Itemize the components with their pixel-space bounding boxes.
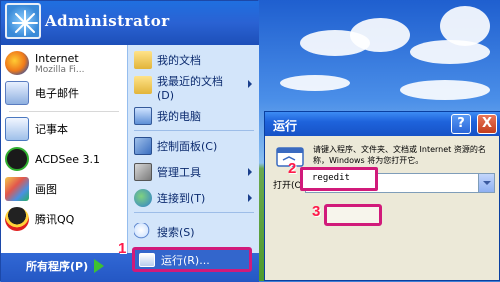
firefox-icon [5, 51, 29, 75]
run-dialog-description: 请键入程序、文件夹、文档或 Internet 资源的名称，Windows 将为您… [313, 145, 486, 165]
qq-icon [5, 207, 29, 231]
user-avatar[interactable] [5, 3, 41, 39]
menu-item-my-computer[interactable]: 我的电脑 [134, 105, 258, 127]
run-icon [139, 252, 155, 267]
all-programs-button[interactable]: 所有程序(P) [26, 258, 105, 274]
menu-item-label: 管理工具 [157, 166, 201, 179]
chevron-down-icon[interactable] [478, 174, 494, 192]
step-number-3: 3 [312, 203, 321, 220]
recent-item-label: 腾讯QQ [35, 213, 75, 226]
submenu-arrow-icon [248, 168, 252, 176]
menu-item-label: 连接到(T) [157, 192, 206, 205]
menu-item-label-line2: (D) [157, 89, 175, 102]
recent-item-label: ACDSee 3.1 [35, 152, 100, 166]
admin-tools-icon [134, 163, 152, 181]
open-input-value[interactable]: regedit [312, 173, 350, 183]
start-menu: Administrator Internet Mozilla Fi... 电子邮… [0, 0, 259, 282]
recent-documents-icon [134, 76, 152, 94]
acdsee-icon [5, 147, 29, 171]
cloud [350, 18, 410, 52]
menu-item-admin-tools[interactable]: 管理工具 [134, 161, 258, 183]
play-arrow-icon [94, 259, 105, 273]
run-dialog-titlebar[interactable]: 运行 ? X [265, 112, 500, 136]
run-dialog-title: 运行 [273, 119, 298, 133]
menu-item-my-documents[interactable]: 我的文档 [134, 49, 258, 71]
menu-item-label: 搜索(S) [157, 226, 195, 239]
pinned-item-label: Internet [35, 51, 79, 65]
connect-to-icon [134, 189, 152, 207]
submenu-arrow-icon [248, 194, 252, 202]
menu-item-connect-to[interactable]: 连接到(T) [134, 187, 258, 209]
recent-item-qq[interactable]: 腾讯QQ [5, 205, 125, 233]
cloud [280, 75, 350, 91]
recent-item-label: 画图 [35, 183, 57, 196]
recent-item-paint[interactable]: 画图 [5, 175, 125, 203]
menu-item-label: 我最近的文档 [157, 75, 223, 88]
pinned-item-label: 电子邮件 [35, 87, 79, 100]
all-programs-label: 所有程序(P) [26, 260, 89, 273]
pinned-divider [9, 111, 119, 112]
menu-item-label: 我的电脑 [157, 110, 201, 123]
menu-item-run[interactable]: 运行(R)... [132, 247, 252, 272]
menu-item-recent-documents[interactable]: 我最近的文档 (D) [134, 73, 258, 103]
step-number-2: 2 [288, 160, 297, 177]
menu-item-search[interactable]: 搜索(S) [134, 221, 258, 243]
submenu-arrow-icon [248, 80, 252, 88]
email-icon [5, 81, 29, 105]
menu-item-label: 运行(R)... [161, 253, 210, 267]
step-number-1: 1 [118, 240, 127, 257]
right-pane-divider [134, 130, 254, 131]
notepad-icon [5, 117, 29, 141]
start-menu-header: Administrator [1, 1, 259, 45]
my-documents-icon [134, 51, 152, 69]
help-button[interactable]: ? [451, 114, 471, 134]
snowflake-icon [12, 10, 38, 36]
pinned-item-internet[interactable]: Internet Mozilla Fi... [5, 49, 125, 77]
cloud [410, 40, 490, 64]
right-pane-divider [134, 212, 254, 213]
search-icon [134, 223, 152, 241]
menu-item-control-panel[interactable]: 控制面板(C) [134, 135, 258, 157]
recent-item-acdsee[interactable]: ACDSee 3.1 [5, 145, 125, 173]
pinned-item-sublabel: Mozilla Fi... [35, 64, 85, 75]
run-dialog: 运行 ? X 请键入程序、文件夹、文档或 Internet 资源的名称，Wind… [264, 111, 500, 281]
my-computer-icon [134, 107, 152, 125]
cloud [440, 6, 490, 46]
cloud [400, 80, 490, 100]
menu-item-label: 控制面板(C) [157, 140, 218, 153]
paint-icon [5, 177, 29, 201]
ok-button[interactable] [324, 204, 382, 226]
control-panel-icon [134, 137, 152, 155]
start-menu-right-pane: 我的文档 我最近的文档 (D) 我的电脑 控制面板(C) 管理工具 连接到(T) [127, 45, 259, 253]
start-menu-left-pane: Internet Mozilla Fi... 电子邮件 记事本 ACDSee 3… [1, 45, 127, 253]
user-name: Administrator [45, 12, 170, 30]
recent-item-label: 记事本 [35, 123, 68, 136]
menu-item-label: 我的文档 [157, 54, 201, 67]
recent-item-notepad[interactable]: 记事本 [5, 115, 125, 143]
close-button[interactable]: X [477, 114, 497, 134]
pinned-item-email[interactable]: 电子邮件 [5, 79, 125, 107]
